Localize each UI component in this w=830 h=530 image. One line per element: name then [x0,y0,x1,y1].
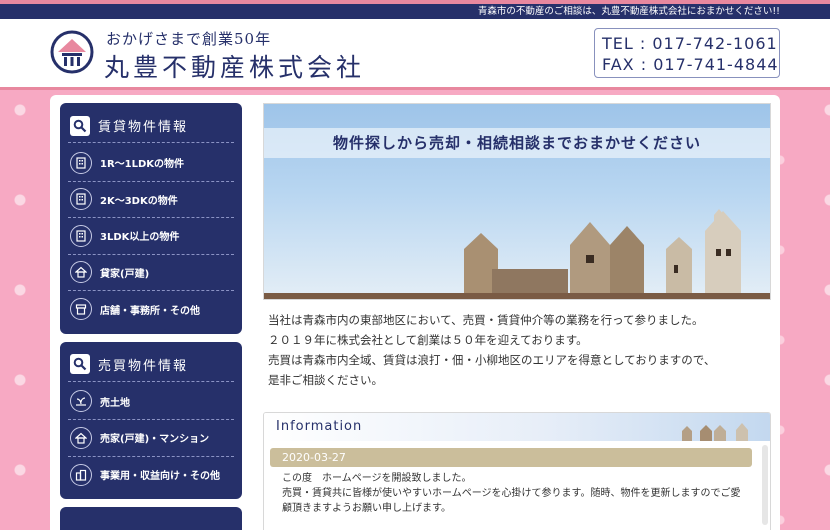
search-icon [70,354,90,374]
intro-line: ２０１９年に株式会社として創業は５０年を迎えております。 [268,333,588,347]
sidebar-item-3ldk[interactable]: 3LDK以上の物件 [68,218,234,255]
main-content: 物件探しから売却・相続相談までおまかせください 当社は青森市内の東部地区において… [263,103,771,530]
apartment-icon [70,188,92,211]
sidebar-item-label: 貸家(戸建) [100,268,150,280]
content-container: 賃貸物件情報 1R〜1LDKの物件 2K〜3DKの物件 3LDK以上の物件 貸家… [50,95,780,530]
information-header: Information [264,413,770,441]
sidebar-item-label: 事業用・収益向け・その他 [100,471,220,483]
sidebar-item-label: 売家(戸建)・マンション [100,434,210,446]
apartment-icon [70,224,92,247]
small-houses-decoration [682,423,748,441]
header-divider [0,87,830,90]
miniature-houses-illustration [264,209,770,299]
hero-caption: 物件探しから売却・相続相談までおまかせください [264,128,770,158]
sidebar-item-store-office[interactable]: 店舗・事務所・その他 [68,291,234,328]
sale-menu-title: 売買物件情報 [68,348,234,382]
fax-number: FAX : 017-741-4844 [602,55,779,74]
news-body: この度 ホームページを開設致しました。 売買・賃貸共に皆様が使いやすいホームペー… [270,467,752,516]
sidebar-item-land[interactable]: 売土地 [68,384,234,420]
intro-line: 是非ご相談ください。 [268,373,383,387]
sidebar-item-label: 1R〜1LDKの物件 [100,159,185,171]
sidebar-item-1r-1ldk[interactable]: 1R〜1LDKの物件 [68,145,234,182]
apartment-icon [70,151,92,174]
information-scrollbar[interactable] [762,445,768,525]
rental-menu: 賃貸物件情報 1R〜1LDKの物件 2K〜3DKの物件 3LDK以上の物件 貸家… [60,103,242,334]
news-date: 2020-03-27 [270,448,752,467]
sidebar-item-label: 売土地 [100,397,130,409]
sidebar-item-house-rental[interactable]: 貸家(戸建) [68,255,234,291]
sidebar-item-label: 2K〜3DKの物件 [100,195,178,207]
sale-menu-title-text: 売買物件情報 [98,358,189,374]
company-logo-icon[interactable] [50,30,94,74]
sidebar-item-2k-3dk[interactable]: 2K〜3DKの物件 [68,182,234,218]
search-icon [70,115,90,136]
contact-box: TEL : 017-742-1061 FAX : 017-741-4844 [594,28,780,78]
intro-line: 当社は青森市内の東部地区において、売買・賃貸仲介等の業務を行って参りました。 [268,313,704,327]
site-header: おかげさまで創業50年 丸豊不動産株式会社 TEL : 017-742-1061… [0,19,830,87]
building-icon [70,463,92,486]
sidebar-item-business[interactable]: 事業用・収益向け・その他 [68,457,234,494]
sale-menu: 売買物件情報 売土地 売家(戸建)・マンション 事業用・収益向け・その他 [60,341,242,499]
news-line: 売買・賃貸共に皆様が使いやすいホームページを心掛けて参ります。随時、物件を更新し… [282,488,741,499]
company-name[interactable]: 丸豊不動産株式会社 [104,48,365,84]
next-menu-box [60,507,242,530]
news-line: 顧頂きますようお願い申し上げます。 [282,503,451,514]
top-notice-bar: 青森市の不動産のご相談は、丸豊不動産株式会社におまかせください!! [0,4,830,19]
rental-menu-title-text: 賃貸物件情報 [98,120,189,135]
hero-banner: 物件探しから売却・相続相談までおまかせください [263,103,771,300]
sidebar: 賃貸物件情報 1R〜1LDKの物件 2K〜3DKの物件 3LDK以上の物件 貸家… [60,103,242,530]
intro-line: 売買は青森市内全域、賃貸は浪打・佃・小柳地区のエリアを得意としておりますので、 [268,353,716,367]
sidebar-item-label: 店舗・事務所・その他 [100,305,200,317]
news-list: 2020-03-27 この度 ホームページを開設致しました。 売買・賃貸共に皆様… [264,441,770,516]
information-title: Information [276,419,363,434]
sidebar-item-label: 3LDK以上の物件 [100,232,180,244]
store-icon [70,298,92,321]
land-icon [70,390,92,413]
sidebar-item-house-sale[interactable]: 売家(戸建)・マンション [68,420,234,457]
house-icon [70,261,92,284]
intro-text: 当社は青森市内の東部地区において、売買・賃貸仲介等の業務を行って参りました。 ２… [263,310,771,390]
house-icon [70,426,92,449]
news-line: この度 ホームページを開設致しました。 [282,473,472,484]
information-panel: Information 2020-03-27 この度 ホームページを開設致しまし… [263,412,771,530]
header-tagline: おかげさまで創業50年 [106,30,272,48]
tel-number[interactable]: TEL : 017-742-1061 [602,33,779,54]
rental-menu-title: 賃貸物件情報 [68,109,234,143]
